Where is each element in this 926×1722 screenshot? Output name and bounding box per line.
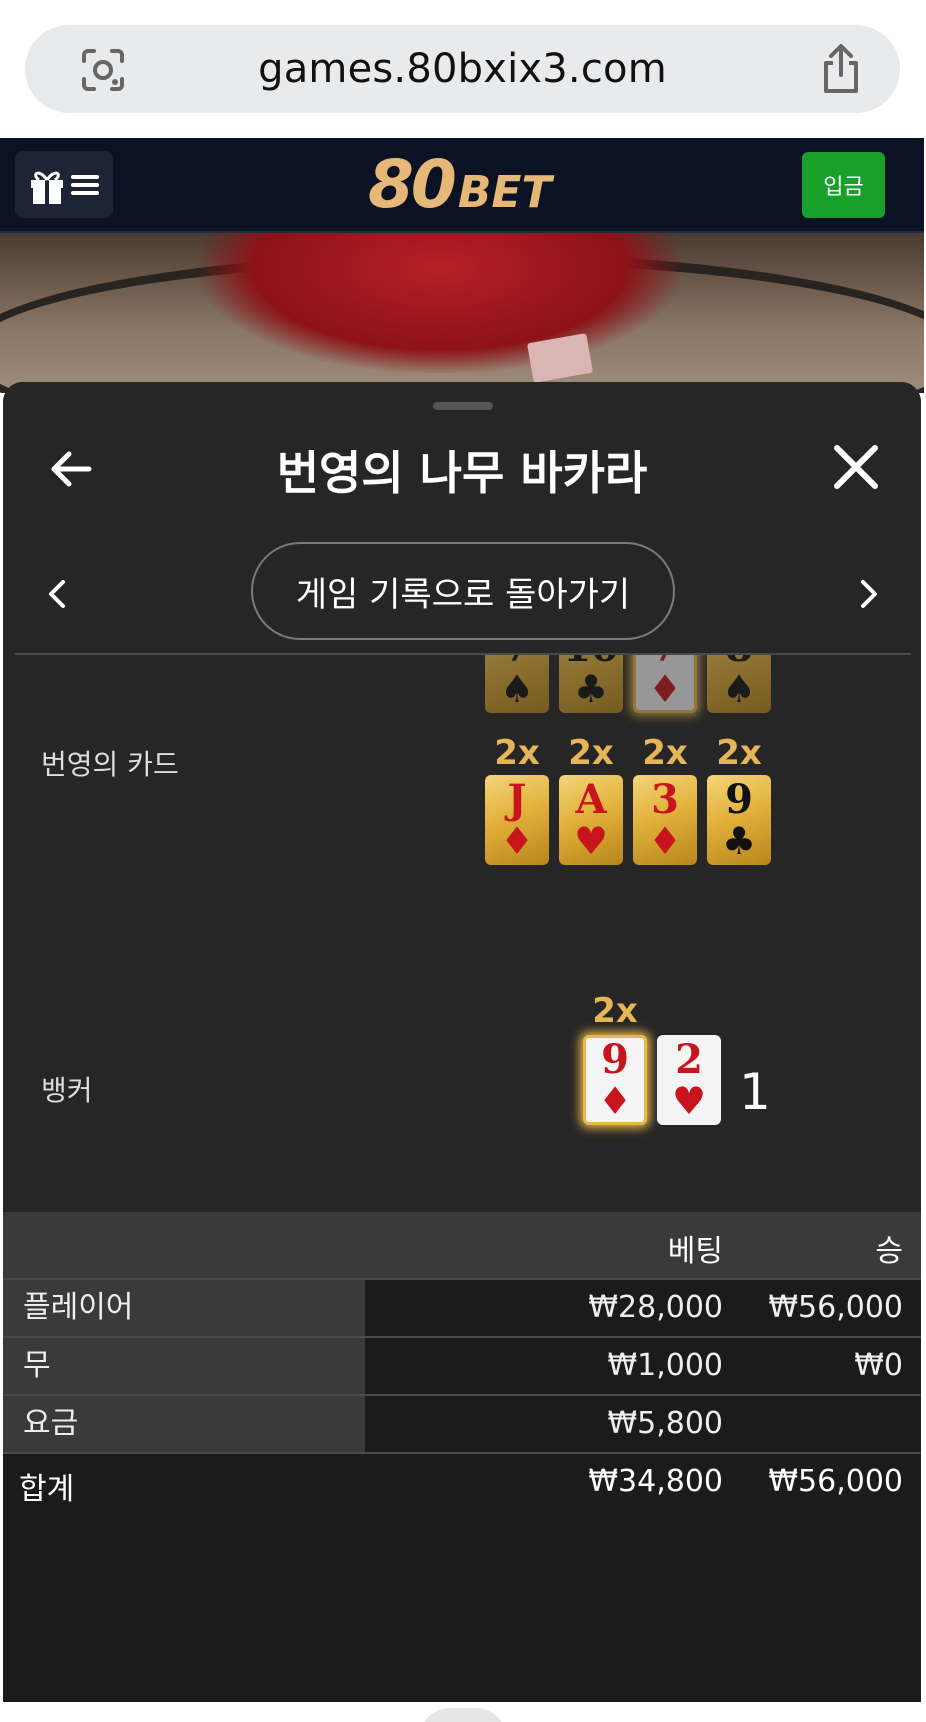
live-video bbox=[0, 233, 924, 393]
address-bar[interactable]: games.80bxix3.com bbox=[25, 25, 900, 113]
sheet-grabber[interactable] bbox=[433, 402, 493, 410]
table-row: 무 ₩1,000 ₩0 bbox=[3, 1336, 921, 1394]
card-suit: ♣ bbox=[573, 667, 609, 711]
banker-label: 뱅커 bbox=[41, 1074, 93, 1107]
site-logo[interactable]: 80 BET bbox=[368, 146, 551, 226]
playing-card: 7♠ bbox=[485, 655, 549, 713]
row-label: 플레이어 bbox=[3, 1280, 365, 1336]
card-rank: A bbox=[575, 776, 607, 823]
total-bet: ₩34,800 bbox=[588, 1464, 723, 1499]
camera-lens-icon[interactable] bbox=[80, 47, 126, 93]
prosperity-label: 번영의 카드 bbox=[41, 748, 179, 781]
chevron-left-icon[interactable] bbox=[41, 574, 71, 614]
card-suit: ♥ bbox=[671, 1079, 707, 1123]
hamburger-icon bbox=[71, 174, 99, 195]
row-win: ₩56,000 bbox=[768, 1290, 903, 1325]
card-suit: ♦ bbox=[597, 1079, 633, 1123]
card-suit: ♠ bbox=[721, 667, 757, 711]
col-win-header: 승 bbox=[875, 1234, 903, 1269]
row-label: 무 bbox=[3, 1338, 365, 1394]
col-bet-header: 베팅 bbox=[667, 1234, 723, 1269]
playing-card: 9 ♦ bbox=[583, 1035, 647, 1125]
playing-card: 9 ♣ bbox=[707, 775, 771, 865]
dealer-image bbox=[200, 233, 680, 373]
card-rank: 2 bbox=[675, 1036, 703, 1083]
game-history-sheet: 번영의 나무 바카라 게임 기록으로 돌아가기 번영의 카드 뱅커 1 7♠10… bbox=[3, 382, 921, 1702]
cards-area[interactable]: 번영의 카드 뱅커 1 7♠10♣7♦8♠2xJ♦2xA♥2x3♦2x9♣2x9… bbox=[17, 655, 907, 1197]
playing-card: 7♦ bbox=[633, 655, 697, 713]
browser-toolbar: games.80bxix3.com bbox=[0, 0, 926, 138]
share-icon[interactable] bbox=[818, 43, 864, 95]
row-label: 요금 bbox=[3, 1396, 365, 1452]
card-multiplier: 2x bbox=[568, 733, 614, 773]
playing-card: 10♣ bbox=[559, 655, 623, 713]
sheet-title: 번영의 나무 바카라 bbox=[276, 446, 648, 500]
card-suit: ♥ bbox=[573, 819, 609, 863]
total-win: ₩56,000 bbox=[768, 1464, 903, 1499]
playing-card: A ♥ bbox=[559, 775, 623, 865]
gift-icon bbox=[31, 171, 63, 204]
card-suit: ♦ bbox=[647, 667, 683, 711]
row-bet: ₩5,800 bbox=[607, 1406, 723, 1441]
total-row: 합계 ₩34,800 ₩56,000 bbox=[3, 1452, 921, 1510]
card-multiplier: 2x bbox=[592, 991, 638, 1031]
card-suit: ♦ bbox=[647, 819, 683, 863]
card-multiplier: 2x bbox=[642, 733, 688, 773]
row-win: ₩0 bbox=[854, 1348, 903, 1383]
menu-button[interactable] bbox=[15, 151, 113, 218]
bet-table-header: 베팅 승 bbox=[3, 1212, 921, 1278]
card-multiplier: 2x bbox=[716, 733, 762, 773]
card-suit: ♣ bbox=[721, 819, 757, 863]
playing-card: 3 ♦ bbox=[633, 775, 697, 865]
card-multiplier: 2x bbox=[494, 733, 540, 773]
table-row: 요금 ₩5,800 bbox=[3, 1394, 921, 1452]
card-suit: ♦ bbox=[499, 819, 535, 863]
site-header: 80 BET 입금 bbox=[0, 138, 924, 233]
card-rank: 9 bbox=[601, 1036, 629, 1083]
url-text: games.80bxix3.com bbox=[258, 46, 667, 92]
card-rank: J bbox=[507, 776, 527, 823]
close-icon[interactable] bbox=[829, 440, 883, 494]
card-rank: 3 bbox=[651, 776, 679, 823]
banker-total: 1 bbox=[739, 1063, 771, 1121]
card-suit: ♠ bbox=[499, 667, 535, 711]
table-row: 플레이어 ₩28,000 ₩56,000 bbox=[3, 1278, 921, 1336]
playing-card: 8♠ bbox=[707, 655, 771, 713]
back-to-history-button[interactable]: 게임 기록으로 돌아가기 bbox=[251, 542, 675, 640]
row-bet: ₩28,000 bbox=[588, 1290, 723, 1325]
bet-table: 베팅 승 플레이어 ₩28,000 ₩56,000 무 ₩1,000 ₩0 요금… bbox=[3, 1212, 921, 1510]
total-label: 합계 bbox=[19, 1472, 75, 1507]
playing-card: 2 ♥ bbox=[657, 1035, 721, 1125]
chevron-right-icon[interactable] bbox=[855, 574, 885, 614]
deposit-button[interactable]: 입금 bbox=[802, 152, 885, 218]
card-rank: 9 bbox=[725, 776, 753, 823]
row-bet: ₩1,000 bbox=[607, 1348, 723, 1383]
playing-card: J ♦ bbox=[485, 775, 549, 865]
